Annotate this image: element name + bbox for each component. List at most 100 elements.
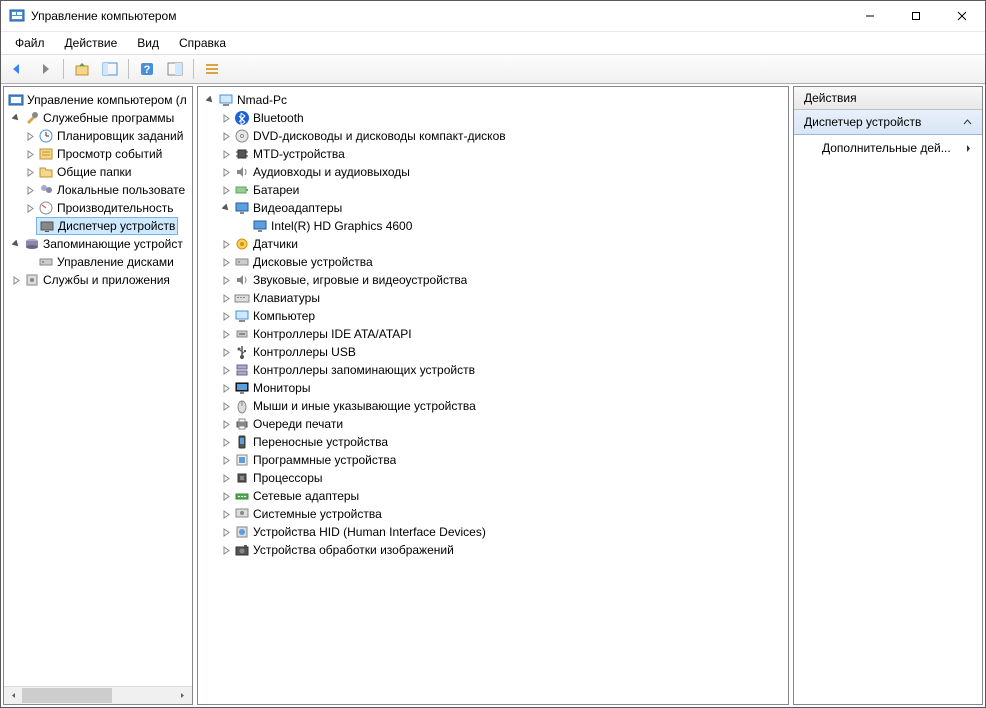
expander-closed-icon[interactable]	[220, 508, 232, 520]
close-button[interactable]	[939, 1, 985, 31]
expander-closed-icon[interactable]	[220, 436, 232, 448]
expander-closed-icon[interactable]	[220, 346, 232, 358]
expander-closed-icon[interactable]	[220, 292, 232, 304]
expander-open-icon[interactable]	[220, 202, 232, 214]
expander-closed-icon[interactable]	[220, 310, 232, 322]
help-button[interactable]: ?	[135, 57, 159, 81]
expander-closed-icon[interactable]	[220, 454, 232, 466]
expander-closed-icon[interactable]	[220, 472, 232, 484]
expander-closed-icon[interactable]	[220, 328, 232, 340]
expander-closed-icon[interactable]	[220, 184, 232, 196]
device-category[interactable]: Видеоадаптеры	[198, 199, 788, 217]
device-category[interactable]: Системные устройства	[198, 505, 788, 523]
expander-closed-icon[interactable]	[24, 130, 36, 142]
tree-performance[interactable]: Производительность	[4, 199, 192, 217]
expander-closed-icon[interactable]	[24, 202, 36, 214]
tree-device-manager[interactable]: Диспетчер устройств	[4, 217, 192, 235]
scroll-left-arrow[interactable]	[5, 688, 22, 703]
expander-closed-icon[interactable]	[220, 526, 232, 538]
menu-view[interactable]: Вид	[129, 34, 167, 52]
expander-open-icon[interactable]	[10, 238, 22, 250]
expander-closed-icon[interactable]	[220, 148, 232, 160]
console-tree-pane: Управление компьютером (л Служебные прог…	[3, 86, 193, 705]
device-category[interactable]: Устройства HID (Human Interface Devices)	[198, 523, 788, 541]
expander-open-icon[interactable]	[10, 112, 22, 124]
actions-more-link[interactable]: Дополнительные дей...	[794, 135, 982, 161]
device-category[interactable]: Мыши и иные указывающие устройства	[198, 397, 788, 415]
expander-closed-icon[interactable]	[220, 382, 232, 394]
device-category[interactable]: Звуковые, игровые и видеоустройства	[198, 271, 788, 289]
console-tree[interactable]: Управление компьютером (л Служебные прог…	[4, 87, 192, 686]
device-label: Intel(R) HD Graphics 4600	[271, 219, 412, 233]
expander-closed-icon[interactable]	[220, 544, 232, 556]
device-root[interactable]: Nmad-Pc	[198, 91, 788, 109]
tree-event-viewer[interactable]: Просмотр событий	[4, 145, 192, 163]
device-category[interactable]: Мониторы	[198, 379, 788, 397]
expander-closed-icon[interactable]	[24, 184, 36, 196]
device-category[interactable]: Очереди печати	[198, 415, 788, 433]
tree-label: Служебные программы	[43, 111, 174, 125]
tree-system-tools[interactable]: Служебные программы	[4, 109, 192, 127]
expander-closed-icon[interactable]	[220, 256, 232, 268]
device-category[interactable]: Контроллеры IDE ATA/ATAPI	[198, 325, 788, 343]
device-category[interactable]: Компьютер	[198, 307, 788, 325]
device-category[interactable]: DVD-дисководы и дисководы компакт-дисков	[198, 127, 788, 145]
expander-closed-icon[interactable]	[220, 166, 232, 178]
tree-label: Локальные пользовате	[57, 183, 185, 197]
tree-services-apps[interactable]: Службы и приложения	[4, 271, 192, 289]
horizontal-scrollbar[interactable]	[4, 686, 192, 704]
expander-closed-icon[interactable]	[10, 274, 22, 286]
expander-closed-icon[interactable]	[220, 400, 232, 412]
device-category[interactable]: Bluetooth	[198, 109, 788, 127]
expander-open-icon[interactable]	[204, 94, 216, 106]
expander-closed-icon[interactable]	[220, 364, 232, 376]
device-category[interactable]: Контроллеры USB	[198, 343, 788, 361]
minimize-button[interactable]	[847, 1, 893, 31]
tree-storage[interactable]: Запоминающие устройст	[4, 235, 192, 253]
device-category[interactable]: Переносные устройства	[198, 433, 788, 451]
device-category[interactable]: Дисковые устройства	[198, 253, 788, 271]
device-category[interactable]: Сетевые адаптеры	[198, 487, 788, 505]
expander-closed-icon[interactable]	[220, 274, 232, 286]
forward-button[interactable]	[33, 57, 57, 81]
device-item[interactable]: Intel(R) HD Graphics 4600	[198, 217, 788, 235]
device-category[interactable]: MTD-устройства	[198, 145, 788, 163]
tree-shared-folders[interactable]: Общие папки	[4, 163, 192, 181]
console-tree-button[interactable]	[163, 57, 187, 81]
menu-action[interactable]: Действие	[57, 34, 126, 52]
device-category[interactable]: Датчики	[198, 235, 788, 253]
scroll-right-arrow[interactable]	[174, 688, 191, 703]
expander-closed-icon[interactable]	[24, 166, 36, 178]
device-label: Очереди печати	[253, 417, 343, 431]
device-category[interactable]: Программные устройства	[198, 451, 788, 469]
tree-root[interactable]: Управление компьютером (л	[4, 91, 192, 109]
scroll-thumb[interactable]	[22, 688, 112, 703]
device-category[interactable]: Аудиовходы и аудиовыходы	[198, 163, 788, 181]
up-level-button[interactable]	[70, 57, 94, 81]
back-button[interactable]	[5, 57, 29, 81]
tree-disk-management[interactable]: Управление дисками	[4, 253, 192, 271]
expander-closed-icon[interactable]	[220, 490, 232, 502]
details-view-button[interactable]	[200, 57, 224, 81]
expander-closed-icon[interactable]	[220, 130, 232, 142]
device-tree[interactable]: Nmad-Pc Bluetooth DVD-дисководы и дисков…	[198, 87, 788, 704]
expander-closed-icon[interactable]	[220, 418, 232, 430]
tree-local-users[interactable]: Локальные пользовате	[4, 181, 192, 199]
show-hide-tree-button[interactable]	[98, 57, 122, 81]
device-category[interactable]: Клавиатуры	[198, 289, 788, 307]
menu-file[interactable]: Файл	[7, 34, 53, 52]
storage-icon	[24, 236, 40, 252]
device-category[interactable]: Процессоры	[198, 469, 788, 487]
maximize-button[interactable]	[893, 1, 939, 31]
tree-task-scheduler[interactable]: Планировщик заданий	[4, 127, 192, 145]
expander-closed-icon[interactable]	[220, 238, 232, 250]
expander-closed-icon[interactable]	[220, 112, 232, 124]
sensor-icon	[234, 236, 250, 252]
expander-closed-icon[interactable]	[24, 148, 36, 160]
actions-section-header[interactable]: Диспетчер устройств	[794, 110, 982, 135]
device-category[interactable]: Батареи	[198, 181, 788, 199]
menu-help[interactable]: Справка	[171, 34, 234, 52]
device-category[interactable]: Устройства обработки изображений	[198, 541, 788, 559]
device-category[interactable]: Контроллеры запоминающих устройств	[198, 361, 788, 379]
device-label: Устройства HID (Human Interface Devices)	[253, 525, 486, 539]
